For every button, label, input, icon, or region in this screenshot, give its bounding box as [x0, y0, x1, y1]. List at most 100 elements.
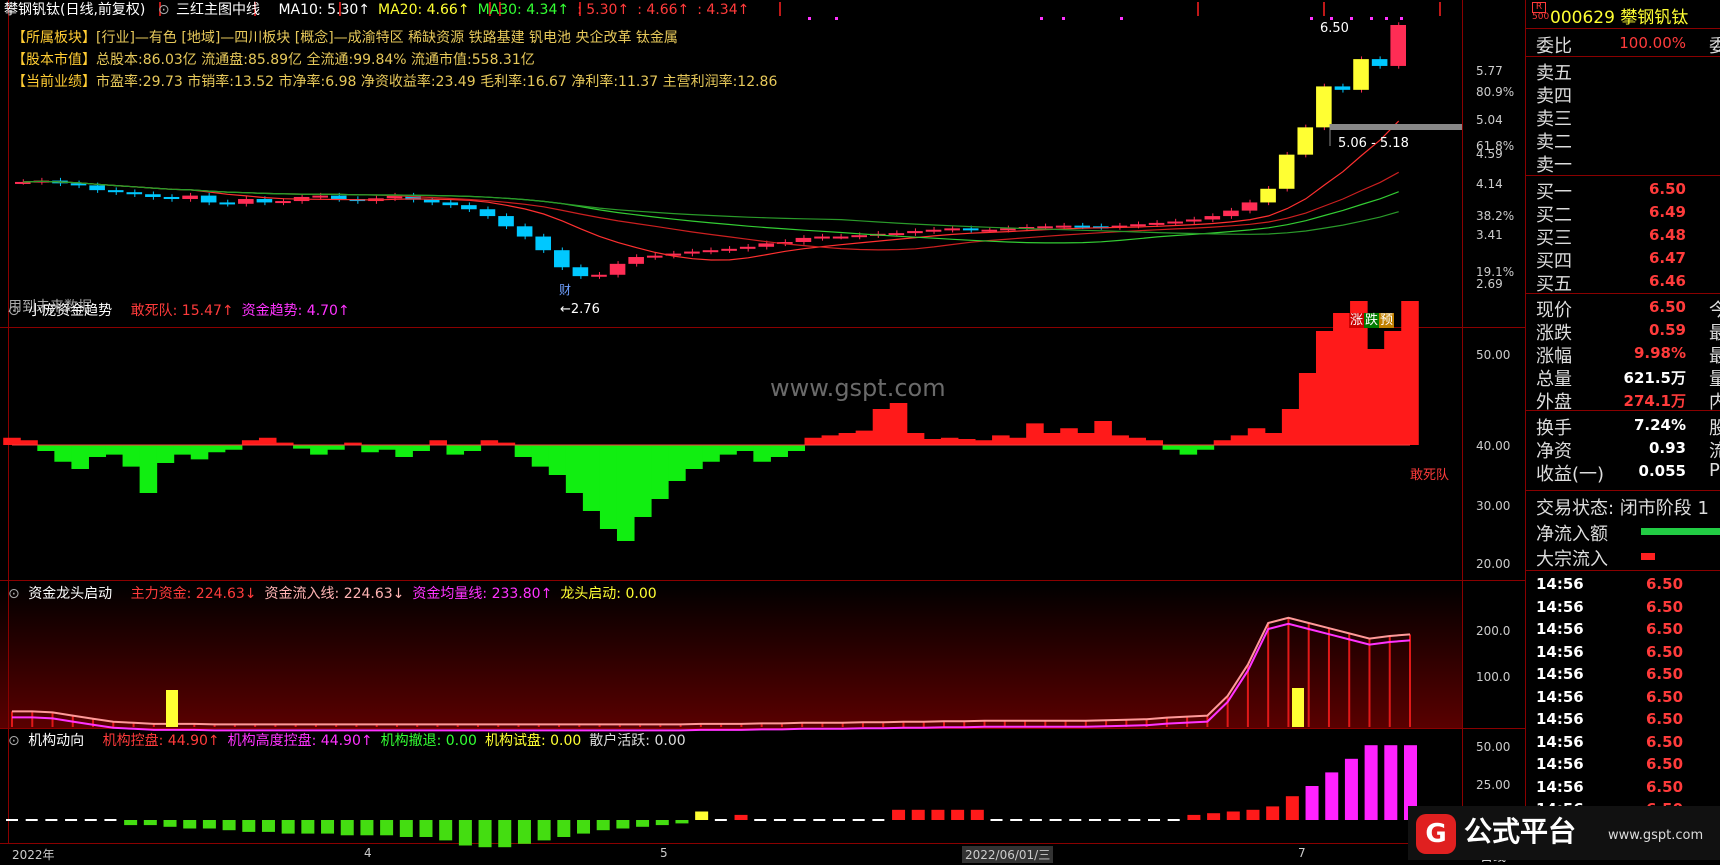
candle[interactable] — [256, 199, 273, 203]
candle[interactable] — [702, 250, 719, 253]
candle[interactable] — [1297, 127, 1314, 155]
candle[interactable] — [1390, 25, 1406, 66]
candle[interactable] — [721, 248, 737, 251]
badge-down[interactable]: 跌 — [1364, 313, 1380, 328]
candle[interactable] — [1055, 225, 1072, 228]
panel-menu-icon[interactable]: ⊙ — [8, 586, 20, 602]
candle[interactable] — [238, 199, 254, 204]
candle[interactable] — [554, 250, 570, 268]
quote-panel: R 500 000629 攀钢钒钛 委比 100.00% 委 卖五 卖四 卖三 卖二卖… — [1408, 0, 1720, 860]
candle[interactable] — [330, 195, 347, 200]
candle[interactable] — [1148, 222, 1165, 225]
institution-bar — [360, 820, 374, 836]
candle[interactable] — [981, 229, 998, 232]
candle[interactable] — [182, 195, 198, 200]
badge-up[interactable]: 涨 — [1349, 313, 1365, 328]
candle[interactable] — [200, 195, 217, 203]
candle[interactable] — [1074, 225, 1091, 228]
candle[interactable] — [1037, 226, 1053, 229]
candle[interactable] — [684, 251, 700, 254]
panel2-axis-label: 30.00 — [1476, 499, 1511, 513]
candle[interactable] — [1223, 210, 1239, 217]
candle[interactable] — [1278, 154, 1295, 189]
candle[interactable] — [89, 185, 105, 191]
candle[interactable] — [814, 236, 830, 239]
candle[interactable] — [851, 235, 867, 238]
candle[interactable] — [888, 233, 905, 236]
signal-dot — [1330, 17, 1333, 20]
ma-value: MA30: 4.34↑ — [477, 2, 570, 18]
candle[interactable] — [907, 231, 923, 234]
panel2-name[interactable]: 小庞资金趋势 — [28, 303, 112, 319]
institution-bar — [1364, 745, 1378, 820]
candle[interactable] — [962, 228, 979, 231]
trade-time: 14:56 — [1536, 777, 1584, 796]
stat-row-value: 9.98% — [1633, 344, 1686, 362]
panel3-name[interactable]: 资金龙头启动 — [28, 586, 112, 602]
signal-dot — [1062, 17, 1065, 20]
candle[interactable] — [1241, 202, 1258, 211]
candle[interactable] — [646, 255, 663, 258]
candle[interactable] — [126, 192, 143, 195]
candle[interactable] — [423, 199, 440, 203]
candle[interactable] — [925, 229, 942, 232]
stock-name[interactable]: 攀钢钒钛 — [1620, 8, 1688, 28]
indicator-value: 龙头启动: 0.00 — [560, 586, 657, 602]
panel4-chart[interactable] — [6, 745, 1417, 848]
block-inflow-bar — [1641, 553, 1655, 560]
candle[interactable] — [1371, 59, 1388, 66]
candle[interactable] — [1260, 188, 1276, 203]
candle[interactable] — [163, 196, 180, 200]
candle[interactable] — [145, 194, 161, 197]
candle[interactable] — [1334, 86, 1351, 90]
signal-dot — [1370, 17, 1373, 20]
candle[interactable] — [312, 195, 328, 198]
candle[interactable] — [1204, 216, 1221, 220]
panel-menu-icon[interactable]: ⊙ — [8, 303, 20, 319]
candle[interactable] — [739, 246, 756, 249]
candle[interactable] — [219, 202, 236, 205]
panel-menu-icon[interactable]: ⊙ — [8, 733, 20, 749]
ma-line — [23, 171, 1399, 251]
trade-row: 14:56 6.50 — [1536, 688, 1716, 710]
candle[interactable] — [628, 257, 644, 264]
trade-price: 6.50 — [1646, 755, 1684, 773]
chart-area[interactable]: 攀钢钒钛(日线,前复权) ⊙ 三红主图中线 MA10: 5.30↑ MA20: 4… — [0, 0, 1525, 865]
stock-header[interactable]: 000629 攀钢钒钛 — [1550, 3, 1688, 28]
candle[interactable] — [275, 201, 291, 204]
candle[interactable] — [832, 236, 849, 239]
candle[interactable] — [609, 263, 626, 275]
forecast-badges[interactable]: 涨跌预 — [1349, 309, 1395, 328]
candle[interactable] — [1353, 59, 1369, 90]
stat-row: 净资 0.93 流 — [1526, 437, 1720, 462]
candle[interactable] — [795, 237, 812, 243]
ma-line — [23, 120, 1400, 261]
candle[interactable] — [479, 209, 496, 217]
stock-code[interactable]: 000629 — [1550, 8, 1615, 28]
candle[interactable] — [944, 228, 960, 231]
candle[interactable] — [1316, 86, 1332, 128]
candle[interactable] — [535, 236, 552, 251]
institution-bar — [321, 820, 335, 834]
cai-marker[interactable]: 财 — [559, 281, 571, 298]
indicator-name[interactable]: 三红主图中线 — [176, 2, 260, 18]
panel2-chart[interactable] — [3, 301, 1419, 541]
candle[interactable] — [1185, 219, 1202, 222]
candle[interactable] — [572, 267, 589, 277]
candle[interactable] — [591, 274, 607, 277]
candle[interactable] — [516, 226, 533, 237]
candle[interactable] — [107, 190, 124, 193]
badge-forecast[interactable]: 预 — [1379, 313, 1395, 328]
candle[interactable] — [1130, 224, 1146, 227]
candle[interactable] — [1167, 221, 1183, 224]
candle[interactable] — [442, 202, 459, 206]
candle[interactable] — [461, 205, 477, 210]
panel2-header: ⊙ 小庞资金趋势 敢死队: 15.47↑ 资金趋势: 4.70↑ — [8, 300, 366, 320]
indicator-dropdown-icon[interactable]: ⊙ — [158, 2, 170, 18]
candle[interactable] — [498, 216, 514, 227]
institution-bar — [380, 820, 394, 836]
panel4-name[interactable]: 机构动向 — [28, 733, 84, 749]
candle[interactable] — [758, 243, 775, 247]
stock-title[interactable]: 攀钢钒钛(日线,前复权) — [4, 2, 145, 18]
panel2-axis-label: 20.00 — [1476, 557, 1511, 571]
